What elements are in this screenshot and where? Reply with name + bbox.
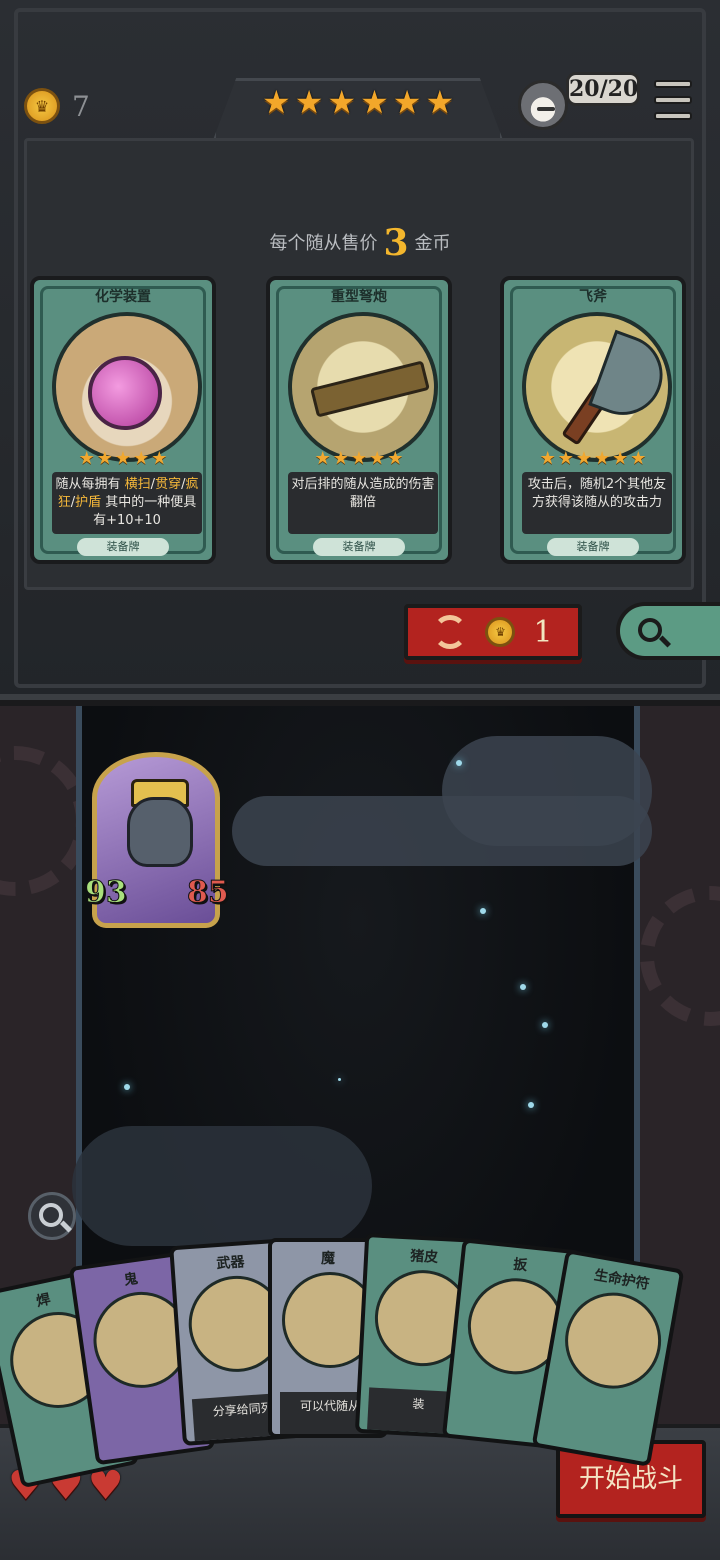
sell-price-prefix: 每个随从售价: [269, 233, 378, 254]
star-icon: ★: [262, 83, 291, 121]
star-icon: ★: [114, 448, 132, 469]
star-icon: ★: [294, 83, 324, 121]
star-icon: ★: [557, 448, 574, 469]
card-description: 随从每拥有 横扫/贯穿/疯狂/护盾 其中的一种便具有+10+10: [52, 472, 202, 534]
card-stars: ★ ★ ★ ★ ★ ★: [504, 448, 682, 469]
minion-health: 85: [187, 875, 230, 911]
description-text: 其中的一种便具有+10+10: [93, 495, 197, 528]
star-icon: ★: [151, 448, 168, 469]
star-icon: ★: [425, 83, 455, 121]
star-icon: ★: [387, 448, 404, 469]
keyword-highlight: 横扫: [124, 477, 151, 492]
sparkle: [338, 1078, 341, 1081]
search-icon: [39, 1203, 63, 1227]
card-type-tag: 装备牌: [547, 538, 639, 556]
sparkle: [528, 1102, 534, 1108]
shop-panel: ♛ 7 ★ ★ ★ ★ ★ ★ 20/20 每个随从售价 3 金币 化学装置 ★ ★ ★ ★ ★ 随从…: [0, 0, 720, 700]
minion-attack: 93: [85, 875, 128, 911]
keyword-highlight: 护盾: [75, 495, 102, 510]
gold-amount: 7: [72, 89, 90, 123]
menu-bar-icon: [654, 80, 692, 88]
crown-coin-icon: ♛: [24, 88, 60, 124]
menu-bar-icon: [654, 96, 692, 104]
sparkle: [542, 1022, 548, 1028]
menu-bar-icon: [654, 112, 692, 120]
star-icon: ★: [360, 83, 389, 121]
shop-card-1[interactable]: 重型弩炮 ★ ★ ★ ★ ★ 对后排的随从造成的伤害翻倍 装备牌: [266, 276, 452, 564]
battlefield: 93 85 焊鬼武器分享给同列魔可以代随从猪皮装扳生命护符 ♥♥♥ 开始战斗: [0, 706, 720, 1560]
card-description: 攻击后，随机2个其他友方获得该随从的攻击力: [522, 472, 672, 534]
star-icon: ★: [575, 448, 592, 469]
search-icon: [638, 618, 662, 642]
hand-card-art: [557, 1285, 669, 1397]
star-icon: ★: [594, 448, 611, 469]
card-description: 对后排的随从造成的伤害翻倍: [288, 472, 438, 534]
star-icon: ★: [314, 448, 331, 469]
tavern-tier-stars: ★ ★ ★ ★ ★ ★: [262, 86, 454, 118]
axe-art-icon: [522, 312, 672, 462]
sell-price-text: 每个随从售价 3 金币: [0, 222, 720, 264]
crown-coin-icon: ♛: [485, 617, 516, 647]
star-icon: ★: [369, 448, 386, 469]
sparkle: [124, 1084, 130, 1090]
card-title: 重型弩炮: [331, 289, 387, 305]
star-icon: ★: [350, 448, 368, 469]
star-icon: ★: [332, 448, 349, 469]
board-search-button[interactable]: [28, 1192, 76, 1240]
shop-card-2[interactable]: 飞斧 ★ ★ ★ ★ ★ ★ 攻击后，随机2个其他友方获得该随从的攻击力 装备牌: [500, 276, 686, 564]
star-icon: ★: [96, 448, 113, 469]
refresh-icon: [433, 615, 468, 649]
star-icon: ★: [630, 448, 647, 469]
shop-card-0[interactable]: 化学装置 ★ ★ ★ ★ ★ 随从每拥有 横扫/贯穿/疯狂/护盾 其中的一种便具有+10…: [30, 276, 216, 564]
player-avatar[interactable]: [518, 80, 568, 130]
gold-counter: ♛ 7: [24, 88, 90, 124]
star-icon: ★: [612, 448, 629, 469]
sell-price-value: 3: [383, 222, 409, 264]
refresh-cost: 1: [533, 614, 553, 650]
sell-price-suffix: 金币: [414, 233, 451, 254]
description-text: 随从每拥有: [55, 477, 125, 492]
menu-button[interactable]: [654, 80, 692, 120]
star-icon: ★: [78, 448, 95, 469]
card-type-tag: 装备牌: [313, 538, 405, 556]
gear-decoration-icon: [640, 886, 720, 1026]
refresh-shop-button[interactable]: ♛ 1: [404, 604, 582, 660]
star-icon: ★: [539, 448, 556, 469]
board-minion[interactable]: 93 85: [85, 752, 229, 928]
card-stars: ★ ★ ★ ★ ★: [270, 448, 448, 469]
cloud: [442, 736, 652, 846]
potion-art-icon: [52, 312, 202, 462]
ballista-art-icon: [288, 312, 438, 462]
hand-card-title: 扳: [512, 1256, 529, 1275]
minion-portrait: [127, 797, 193, 867]
card-type-tag: 装备牌: [77, 538, 169, 556]
cloud: [72, 1126, 372, 1246]
star-icon: ★: [392, 83, 422, 121]
description-text: 对后排的随从造成的伤害翻倍: [291, 477, 435, 510]
sparkle: [456, 760, 462, 766]
game-screen: ♛ 7 ★ ★ ★ ★ ★ ★ 20/20 每个随从售价 3 金币 化学装置 ★ ★ ★ ★ ★ 随从…: [0, 0, 720, 1560]
description-text: 攻击后，随机2个其他友方获得该随从的攻击力: [527, 477, 667, 510]
sparkle: [520, 984, 526, 990]
sparkle: [480, 908, 486, 914]
star-icon: ★: [133, 448, 150, 469]
search-button[interactable]: [616, 602, 720, 660]
card-stars: ★ ★ ★ ★ ★: [34, 448, 212, 469]
keyword-highlight: 贯穿: [155, 477, 182, 492]
card-title: 飞斧: [579, 289, 607, 305]
card-title: 化学装置: [95, 289, 151, 305]
population-counter: 20/20: [566, 72, 640, 106]
star-icon: ★: [327, 83, 357, 121]
